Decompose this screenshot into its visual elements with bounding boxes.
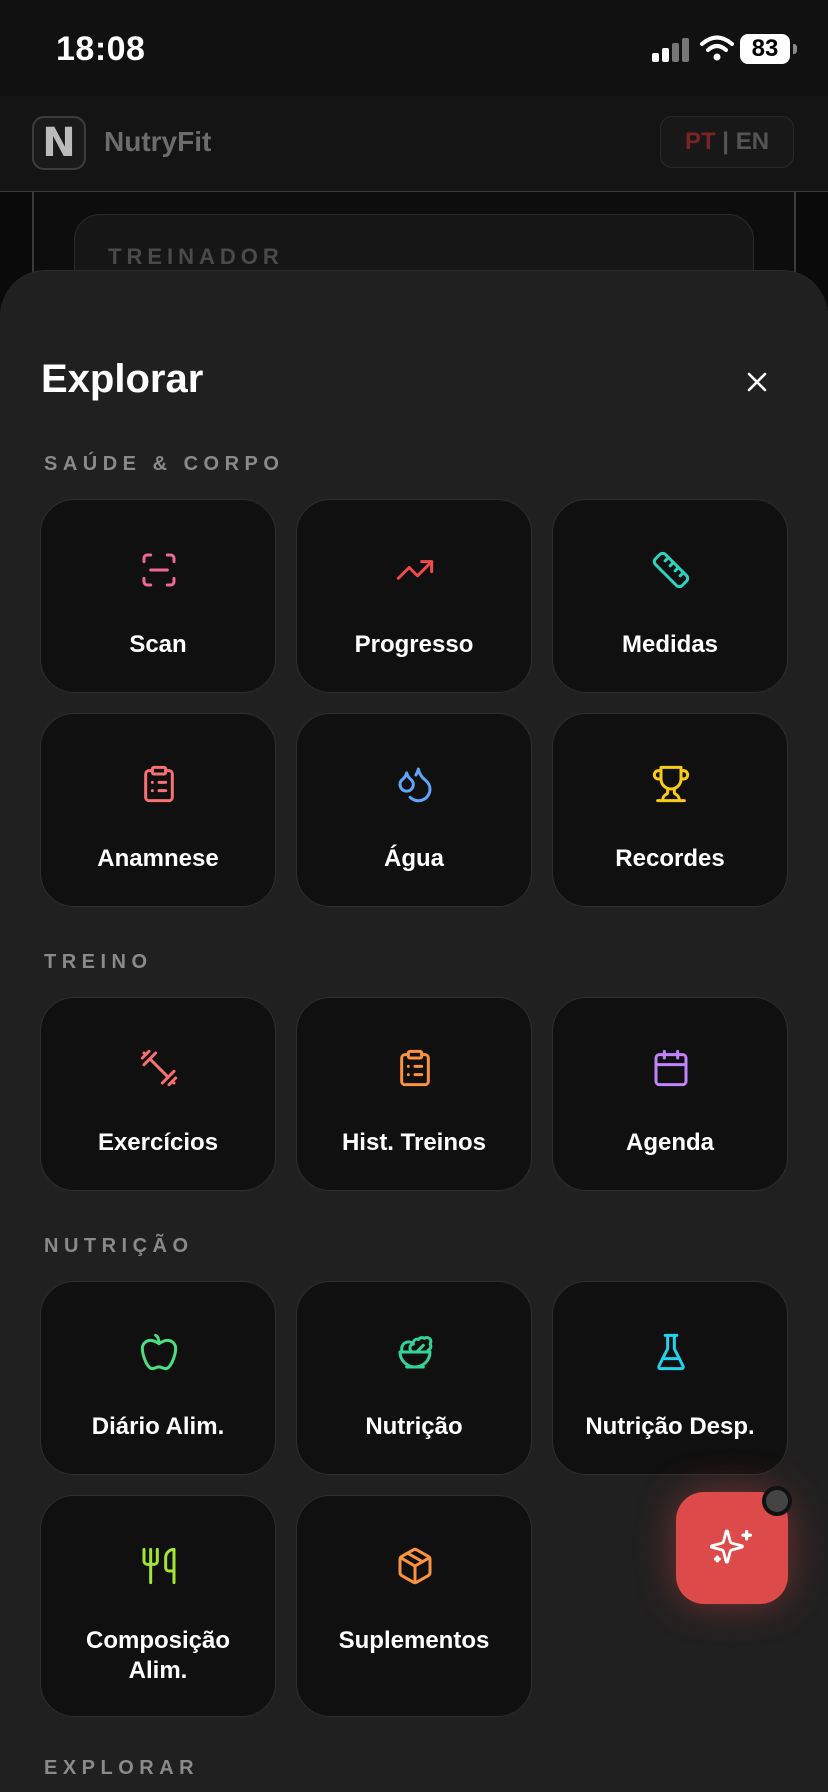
tile-label: Água — [384, 845, 444, 872]
lang-pt[interactable]: PT — [685, 128, 716, 155]
sparkles-icon — [710, 1529, 752, 1564]
trending-up-icon — [396, 560, 434, 580]
app-header: N NutryFit PT | EN — [0, 96, 828, 192]
tile-label: Medidas — [621, 631, 719, 658]
tile-exercicios[interactable]: Exercícios — [40, 997, 276, 1191]
section-title-nutricao: NUTRIÇÃO — [44, 1235, 194, 1257]
language-toggle[interactable]: PT | EN — [660, 116, 794, 168]
tile-label: Scan — [129, 631, 187, 658]
flask-icon — [657, 1333, 685, 1371]
lang-separator: | — [715, 128, 736, 155]
tile-anamnese[interactable]: Anamnese — [40, 713, 276, 907]
app-logo[interactable]: N — [32, 116, 86, 170]
tile-nutricao-desp[interactable]: Nutrição Desp. — [552, 1281, 788, 1475]
tile-label: Nutrição Desp. — [585, 1413, 755, 1440]
tile-suplementos[interactable]: Suplementos — [296, 1495, 532, 1717]
section-title-saude-corpo: SAÚDE & CORPO — [44, 453, 285, 475]
close-icon[interactable] — [738, 363, 776, 401]
droplets-icon — [398, 767, 432, 803]
tile-label: Exercícios — [97, 1129, 219, 1156]
trophy-icon — [652, 765, 690, 803]
dumbbell-icon — [140, 1049, 178, 1087]
tile-agua[interactable]: Água — [296, 713, 532, 907]
tile-label: Recordes — [615, 845, 725, 872]
tile-label: Agenda — [625, 1129, 714, 1156]
tile-agenda[interactable]: Agenda — [552, 997, 788, 1191]
tile-label: Hist. Treinos — [341, 1129, 487, 1156]
sheet-title: Explorar — [41, 357, 204, 401]
status-bar: 18:08 83 — [0, 0, 828, 96]
tile-label: Anamnese — [97, 845, 219, 872]
scan-icon — [142, 553, 176, 587]
tile-label: Composição Alim. — [85, 1627, 231, 1684]
tile-recordes[interactable]: Recordes — [552, 713, 788, 907]
lang-en[interactable]: EN — [736, 128, 769, 155]
cellular-signal-icon — [652, 38, 690, 62]
tile-nutricao[interactable]: Nutrição — [296, 1281, 532, 1475]
tile-label: Nutrição — [365, 1413, 463, 1440]
utensils-icon — [142, 1547, 176, 1585]
wifi-icon — [700, 35, 734, 61]
clipboard-list-icon — [400, 1049, 430, 1087]
tile-scan[interactable]: Scan — [40, 499, 276, 693]
tile-composicao-alim[interactable]: Composição Alim. — [40, 1495, 276, 1717]
section-title-treino: TREINO — [44, 951, 153, 973]
tile-diario-alim[interactable]: Diário Alim. — [40, 1281, 276, 1475]
tile-label: Diário Alim. — [91, 1413, 225, 1440]
tile-progresso[interactable]: Progresso — [296, 499, 532, 693]
tile-label: Suplementos — [338, 1627, 490, 1654]
app-name: NutryFit — [104, 126, 212, 157]
apple-icon — [140, 1333, 178, 1371]
salad-icon — [398, 1336, 433, 1369]
ruler-icon — [652, 551, 690, 589]
status-time: 18:08 — [56, 30, 146, 68]
section-title-explorar: EXPLORAR — [44, 1757, 200, 1779]
tile-hist-treinos[interactable]: Hist. Treinos — [296, 997, 532, 1191]
package-icon — [398, 1547, 432, 1585]
notification-dot — [762, 1486, 792, 1516]
battery-icon: 83 — [740, 34, 797, 64]
calendar-icon — [654, 1049, 688, 1087]
tile-label: Progresso — [354, 631, 474, 658]
background-card-title: TREINADOR — [108, 244, 284, 269]
clipboard-list-icon — [144, 765, 174, 803]
tile-medidas[interactable]: Medidas — [552, 499, 788, 693]
